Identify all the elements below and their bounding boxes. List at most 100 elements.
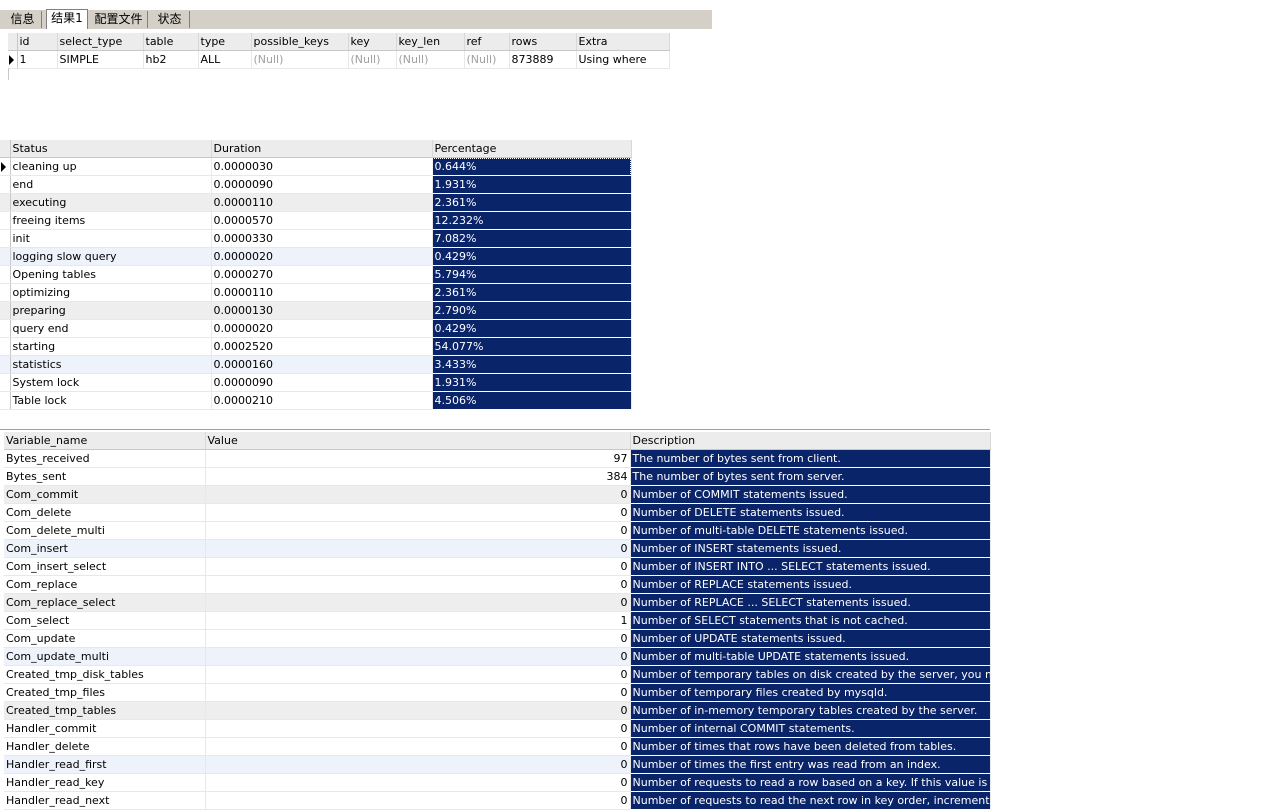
value-cell[interactable]: 0 <box>205 503 631 522</box>
tab-status[interactable]: 状态 <box>150 11 190 28</box>
variable-name-cell[interactable]: Com_commit <box>4 485 206 504</box>
table-row[interactable]: Bytes_received 97 The number of bytes sent… <box>4 449 991 468</box>
percentage-cell[interactable]: 2.790% <box>432 301 632 320</box>
table-row[interactable]: Com_replace 0 Number of REPLACE statements… <box>4 575 991 594</box>
description-cell[interactable]: Number of SELECT statements that is not … <box>630 611 991 630</box>
table-row[interactable]: init 0.0000330 7.082% <box>0 229 632 248</box>
table-row[interactable]: Com_commit 0 Number of COMMIT statements i… <box>4 485 991 504</box>
value-cell[interactable]: 384 <box>205 467 631 486</box>
tab-info[interactable]: 信息 <box>4 11 42 28</box>
cell-rows[interactable]: 873889 <box>509 50 577 69</box>
tab-result1[interactable]: 结果1 <box>46 9 88 29</box>
description-cell[interactable]: Number of INSERT INTO ... SELECT stateme… <box>630 557 991 576</box>
status-cell[interactable]: query end <box>10 319 212 338</box>
table-row[interactable]: logging slow query 0.0000020 0.429% <box>0 247 632 266</box>
col-header-status[interactable]: Status <box>10 140 212 158</box>
duration-cell[interactable]: 0.0000020 <box>211 319 433 338</box>
table-row[interactable]: Com_delete_multi 0 Number of multi-table D… <box>4 521 991 540</box>
table-row[interactable]: Created_tmp_files 0 Number of temporary fi… <box>4 683 991 702</box>
status-cell[interactable]: freeing items <box>10 211 212 230</box>
table-row[interactable]: Com_delete 0 Number of DELETE statements i… <box>4 503 991 522</box>
percentage-cell[interactable]: 54.077% <box>432 337 632 356</box>
table-row[interactable]: System lock 0.0000090 1.931% <box>0 373 632 392</box>
status-cell[interactable]: System lock <box>10 373 212 392</box>
col-header-key-len[interactable]: key_len <box>396 33 465 51</box>
table-row[interactable]: end 0.0000090 1.931% <box>0 175 632 194</box>
duration-cell[interactable]: 0.0000090 <box>211 373 433 392</box>
variable-name-cell[interactable]: Handler_read_next <box>4 791 206 810</box>
explain-grid[interactable]: id select_type table type possible_keys … <box>8 33 670 69</box>
duration-cell[interactable]: 0.0002520 <box>211 337 433 356</box>
cell-ref[interactable]: (Null) <box>464 50 510 69</box>
duration-cell[interactable]: 0.0000160 <box>211 355 433 374</box>
description-cell[interactable]: Number of times that rows have been dele… <box>630 737 991 756</box>
description-cell[interactable]: Number of in-memory temporary tables cre… <box>630 701 991 720</box>
variable-name-cell[interactable]: Com_replace <box>4 575 206 594</box>
table-row[interactable]: 1 SIMPLE hb2 ALL (Null) (Null) (Null) (N… <box>8 50 670 69</box>
variable-name-cell[interactable]: Bytes_sent <box>4 467 206 486</box>
table-row[interactable]: Com_replace_select 0 Number of REPLACE ...… <box>4 593 991 612</box>
col-header-key[interactable]: key <box>348 33 397 51</box>
cell-type[interactable]: ALL <box>198 50 252 69</box>
variable-name-cell[interactable]: Com_select <box>4 611 206 630</box>
duration-cell[interactable]: 0.0000330 <box>211 229 433 248</box>
description-cell[interactable]: Number of multi-table DELETE statements … <box>630 521 991 540</box>
percentage-cell[interactable]: 0.429% <box>432 319 632 338</box>
description-cell[interactable]: Number of requests to read the next row … <box>630 791 991 810</box>
status-grid[interactable]: Variable_name Value Description Bytes_re… <box>4 432 991 810</box>
variable-name-cell[interactable]: Com_delete <box>4 503 206 522</box>
description-cell[interactable]: Number of temporary files created by mys… <box>630 683 991 702</box>
variable-name-cell[interactable]: Com_delete_multi <box>4 521 206 540</box>
value-cell[interactable]: 0 <box>205 647 631 666</box>
duration-cell[interactable]: 0.0000020 <box>211 247 433 266</box>
col-header-possible-keys[interactable]: possible_keys <box>251 33 349 51</box>
table-row[interactable]: Handler_read_key 0 Number of requests to r… <box>4 773 991 792</box>
table-row[interactable]: Com_select 1 Number of SELECT statements t… <box>4 611 991 630</box>
description-cell[interactable]: Number of times the first entry was read… <box>630 755 991 774</box>
status-cell[interactable]: starting <box>10 337 212 356</box>
table-row[interactable]: statistics 0.0000160 3.433% <box>0 355 632 374</box>
value-cell[interactable]: 0 <box>205 521 631 540</box>
value-cell[interactable]: 0 <box>205 593 631 612</box>
table-row[interactable]: Created_tmp_tables 0 Number of in-memory t… <box>4 701 991 720</box>
variable-name-cell[interactable]: Handler_commit <box>4 719 206 738</box>
value-cell[interactable]: 0 <box>205 665 631 684</box>
variable-name-cell[interactable]: Com_update <box>4 629 206 648</box>
col-header-select-type[interactable]: select_type <box>57 33 144 51</box>
table-row[interactable]: Com_insert_select 0 Number of INSERT INTO … <box>4 557 991 576</box>
description-cell[interactable]: Number of COMMIT statements issued. <box>630 485 991 504</box>
description-cell[interactable]: Number of internal COMMIT statements. <box>630 719 991 738</box>
cell-extra[interactable]: Using where <box>576 50 670 69</box>
value-cell[interactable]: 0 <box>205 773 631 792</box>
description-cell[interactable]: The number of bytes sent from client. <box>630 449 991 468</box>
variable-name-cell[interactable]: Com_insert <box>4 539 206 558</box>
duration-cell[interactable]: 0.0000030 <box>211 157 433 176</box>
variable-name-cell[interactable]: Com_update_multi <box>4 647 206 666</box>
variable-name-cell[interactable]: Com_replace_select <box>4 593 206 612</box>
status-cell[interactable]: logging slow query <box>10 247 212 266</box>
tab-profile[interactable]: 配置文件 <box>90 11 148 28</box>
duration-cell[interactable]: 0.0000110 <box>211 193 433 212</box>
table-row[interactable]: Created_tmp_disk_tables 0 Number of tempor… <box>4 665 991 684</box>
table-row[interactable]: Com_insert 0 Number of INSERT statements i… <box>4 539 991 558</box>
variable-name-cell[interactable]: Created_tmp_tables <box>4 701 206 720</box>
table-row[interactable]: executing 0.0000110 2.361% <box>0 193 632 212</box>
col-header-id[interactable]: id <box>17 33 58 51</box>
value-cell[interactable]: 0 <box>205 701 631 720</box>
status-cell[interactable]: statistics <box>10 355 212 374</box>
status-cell[interactable]: end <box>10 175 212 194</box>
value-cell[interactable]: 0 <box>205 575 631 594</box>
duration-cell[interactable]: 0.0000270 <box>211 265 433 284</box>
cell-possible-keys[interactable]: (Null) <box>251 50 349 69</box>
description-cell[interactable]: Number of multi-table UPDATE statements … <box>630 647 991 666</box>
variable-name-cell[interactable]: Com_insert_select <box>4 557 206 576</box>
status-cell[interactable]: executing <box>10 193 212 212</box>
table-row[interactable]: Handler_read_next 0 Number of requests to … <box>4 791 991 810</box>
percentage-cell[interactable]: 0.429% <box>432 247 632 266</box>
col-header-ref[interactable]: ref <box>464 33 510 51</box>
table-row[interactable]: Handler_delete 0 Number of times that rows… <box>4 737 991 756</box>
table-row[interactable]: query end 0.0000020 0.429% <box>0 319 632 338</box>
cell-table[interactable]: hb2 <box>143 50 199 69</box>
value-cell[interactable]: 0 <box>205 629 631 648</box>
percentage-cell[interactable]: 4.506% <box>432 391 632 410</box>
